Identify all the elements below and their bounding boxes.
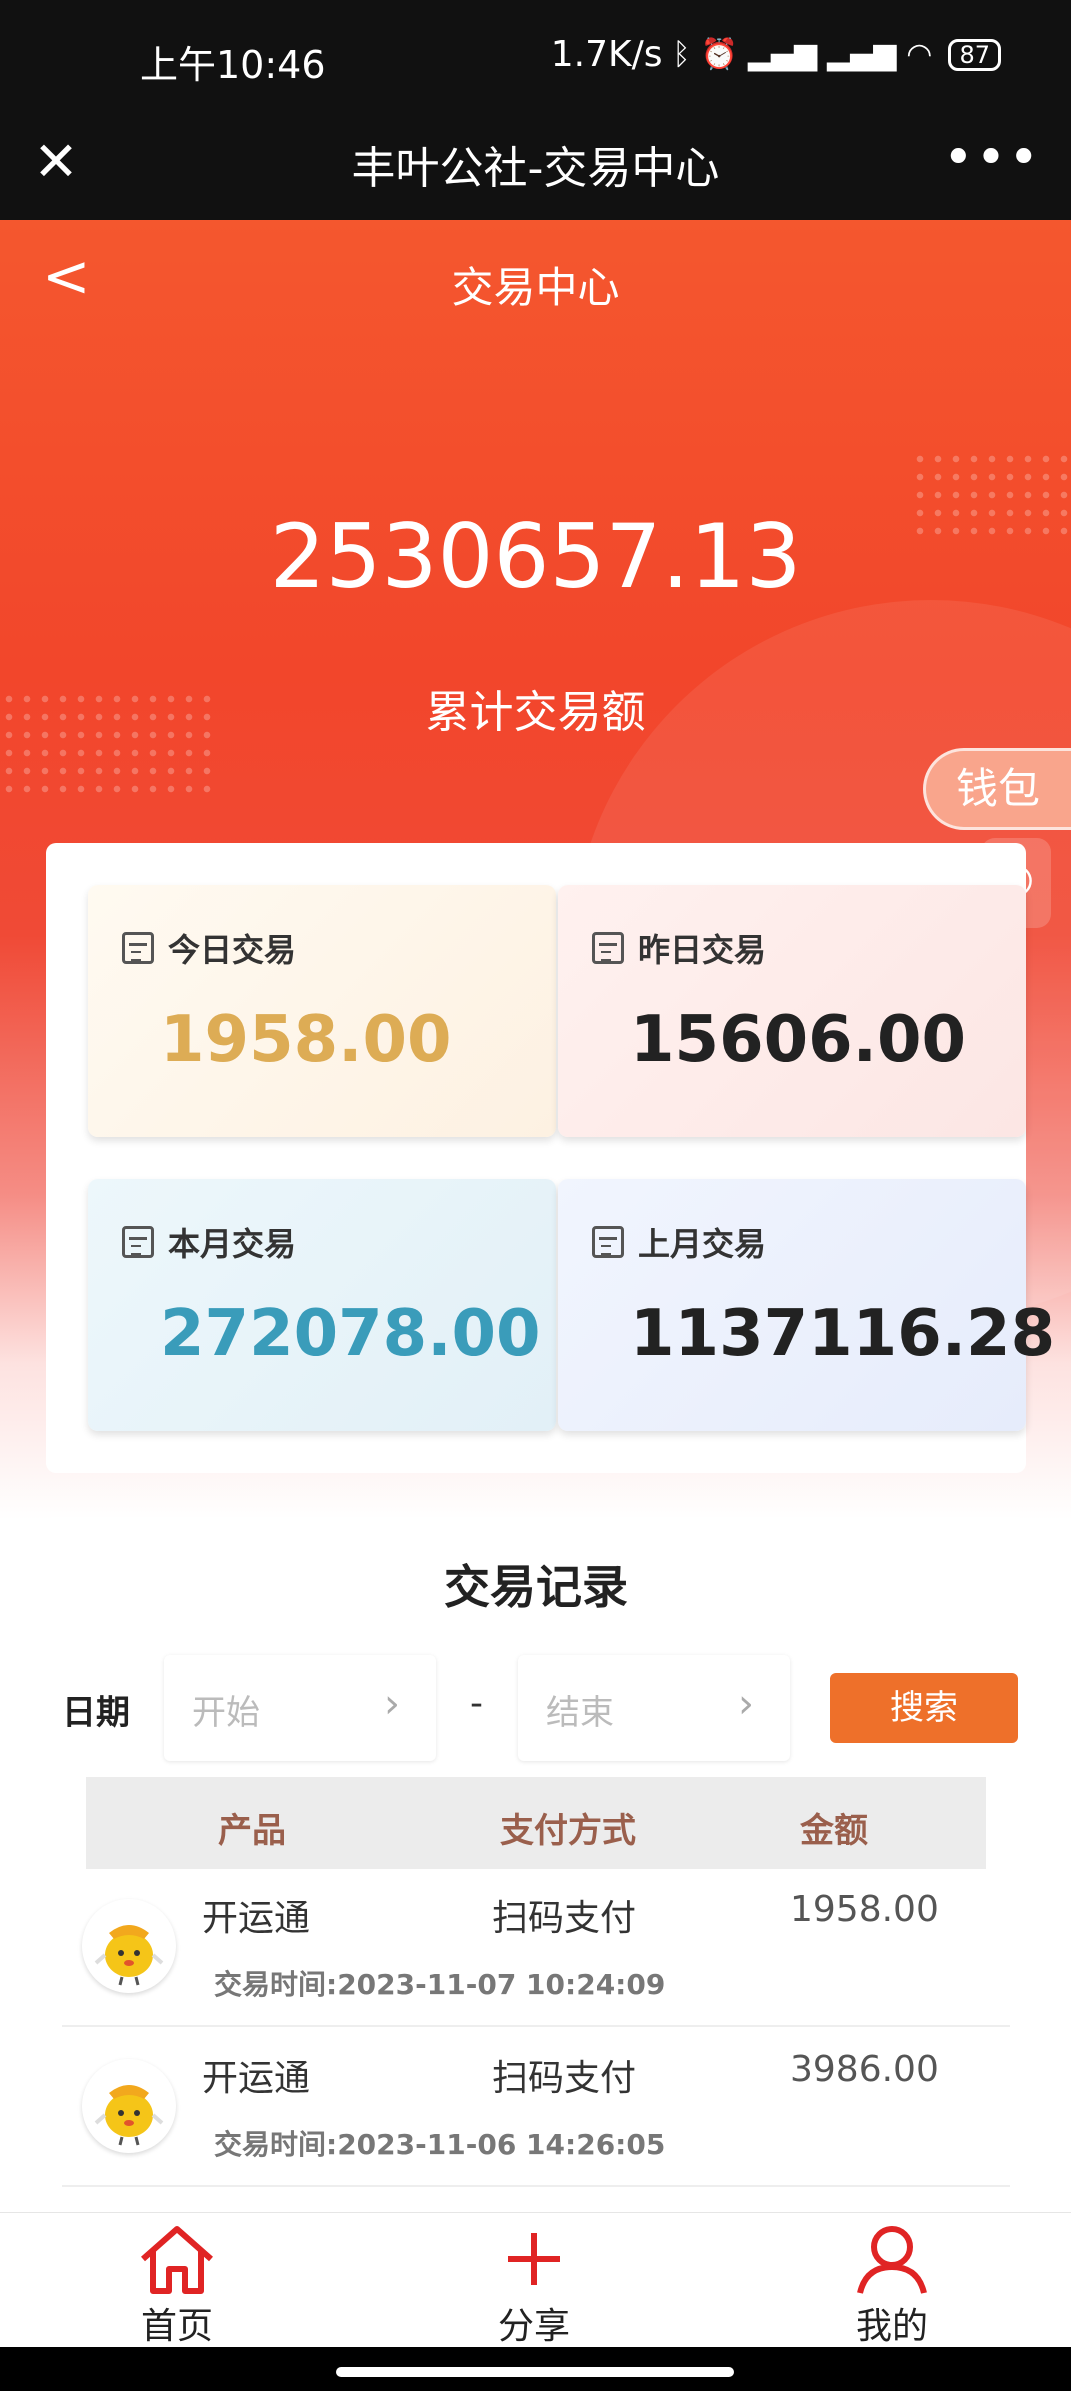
tab-mine[interactable]: 我的 [792, 2223, 992, 2349]
tab-home[interactable]: 首页 [77, 2223, 277, 2349]
stat-label-row: 今日交易 [122, 925, 296, 971]
stat-label-row: 本月交易 [122, 1219, 296, 1265]
table-row[interactable]: 开运通 扫码支付 1958.00 交易时间:2023-11-07 10:24:0… [62, 1869, 1010, 2027]
calendar-icon [122, 1226, 154, 1258]
bluetooth-icon: ᛒ [672, 37, 691, 72]
calendar-icon [592, 1226, 624, 1258]
stat-last-month: 上月交易 1137116.28 [558, 1179, 1055, 1431]
tab-label: 分享 [497, 2306, 570, 2347]
stat-value: 15606.00 [630, 1003, 967, 1077]
tab-label: 我的 [855, 2306, 928, 2347]
stat-label: 今日交易 [168, 931, 297, 969]
product-name: 开运通 [202, 1898, 311, 1939]
mascot-icon [94, 1925, 164, 1986]
wifi-icon: ◠ [906, 37, 933, 72]
stat-label: 本月交易 [168, 1225, 297, 1263]
product-avatar [82, 1899, 176, 1993]
records-heading: 交易记录 [444, 1560, 628, 1614]
plus-icon [508, 2233, 560, 2285]
time-label: 交易时间: [214, 1968, 338, 2001]
user-icon [857, 2226, 927, 2294]
calendar-icon [122, 932, 154, 964]
payment-method: 扫码支付 [492, 1898, 637, 1939]
title-bar: ✕ 丰叶公社-交易中心 ••• [0, 110, 1071, 220]
end-placeholder: 结束 [546, 1693, 614, 1733]
column-header-amount: 金额 [800, 1811, 868, 1851]
tab-label: 首页 [140, 2306, 213, 2347]
stat-label: 上月交易 [638, 1225, 767, 1263]
time-value: 2023-11-07 10:24:09 [337, 1968, 666, 2001]
stat-this-month: 本月交易 272078.00 [88, 1179, 556, 1431]
amount: 1958.00 [790, 1889, 939, 1930]
tab-share[interactable]: 分享 [434, 2223, 634, 2349]
end-date-picker[interactable]: 结束 › [518, 1655, 790, 1761]
status-icons: 1.7K/s ᛒ ⏰ ▂▄▆ ▂▄▆ ◠ 87 [551, 34, 1001, 75]
column-header-payment: 支付方式 [500, 1811, 636, 1851]
search-button[interactable]: 搜索 [830, 1673, 1018, 1743]
stat-value: 1137116.28 [630, 1297, 1056, 1371]
stat-yesterday: 昨日交易 15606.00 [558, 885, 1026, 1137]
page-header: < 交易中心 [0, 220, 1071, 340]
date-label: 日期 [62, 1693, 130, 1733]
start-placeholder: 开始 [192, 1693, 260, 1733]
net-speed: 1.7K/s [550, 34, 663, 75]
column-header-product: 产品 [218, 1811, 286, 1851]
total-amount: 2530657.13 [269, 505, 802, 608]
window-title: 丰叶公社-交易中心 [351, 143, 720, 194]
product-name: 开运通 [202, 2058, 311, 2099]
stat-today: 今日交易 1958.00 [88, 885, 556, 1137]
page-title: 交易中心 [451, 263, 620, 312]
table-header: 产品 支付方式 金额 [86, 1777, 986, 1869]
stats-card: 今日交易 1958.00 昨日交易 15606.00 本月交易 272078.0… [46, 843, 1055, 1473]
chevron-right-icon: › [738, 1681, 754, 1727]
records-card: 交易记录 日期 开始 › - 结束 › 搜索 产品 支付方式 金额 开运通 扫码… [46, 1517, 1026, 2217]
signal-icon-2: ▂▄▆ [827, 37, 897, 72]
more-icon[interactable]: ••• [943, 128, 1041, 188]
stat-label-row: 昨日交易 [592, 925, 766, 971]
start-date-picker[interactable]: 开始 › [164, 1655, 436, 1761]
signal-icon: ▂▄▆ [747, 37, 818, 72]
time-value: 2023-11-06 14:26:05 [337, 2128, 666, 2161]
transaction-time: 交易时间:2023-11-07 10:24:09 [214, 1963, 665, 2003]
home-indicator[interactable] [336, 2367, 734, 2377]
transaction-time: 交易时间:2023-11-06 14:26:05 [214, 2123, 665, 2163]
stat-value: 272078.00 [160, 1297, 541, 1371]
time-label: 交易时间: [214, 2128, 338, 2161]
status-bar: 上午10:46 1.7K/s ᛒ ⏰ ▂▄▆ ▂▄▆ ◠ 87 [0, 0, 1071, 120]
table-row[interactable]: 开运通 扫码支付 3986.00 交易时间:2023-11-06 14:26:0… [62, 2029, 1010, 2187]
status-time: 上午10:46 [140, 43, 326, 87]
payment-method: 扫码支付 [492, 2058, 637, 2099]
date-filter: 日期 开始 › - 结束 › 搜索 [46, 1655, 1026, 1765]
product-avatar [82, 2059, 176, 2153]
stat-label: 昨日交易 [638, 931, 767, 969]
home-icon [141, 2226, 213, 2294]
wallet-button[interactable]: 钱包 [923, 748, 1071, 830]
system-nav-bar [0, 2347, 1071, 2391]
mascot-icon [94, 2085, 164, 2146]
stat-value: 1958.00 [160, 1003, 452, 1077]
stat-label-row: 上月交易 [592, 1219, 766, 1265]
bottom-tab-bar: 首页 分享 我的 [0, 2212, 1071, 2347]
date-separator: - [470, 1683, 483, 1724]
battery-icon: 87 [948, 38, 1001, 71]
calendar-icon [592, 932, 624, 964]
total-label: 累计交易额 [425, 687, 646, 738]
amount: 3986.00 [790, 2049, 939, 2090]
chevron-right-icon: › [384, 1681, 400, 1727]
alarm-icon: ⏰ [700, 37, 738, 72]
